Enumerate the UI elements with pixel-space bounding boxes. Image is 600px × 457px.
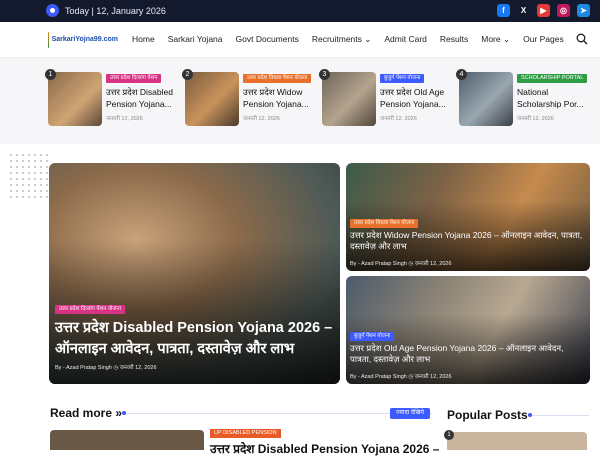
trending-card[interactable]: 2 उत्तर प्रदेश विधवा पेंशन योजना उत्तर प…: [182, 69, 315, 128]
card-title[interactable]: National Scholarship Por...: [517, 86, 589, 110]
post-meta: By - Azad Pratap Singh ◷ जनवरी 12, 2026: [55, 365, 157, 371]
divider-dot: [122, 411, 126, 415]
telegram-icon[interactable]: ➤: [577, 4, 590, 17]
featured-title[interactable]: उत्तर प्रदेश Old Age Pension Yojana 2026…: [350, 343, 586, 365]
trending-card[interactable]: 4 SCHOLARSHIP PORTAL National Scholarshi…: [456, 69, 589, 128]
nav-item-our-pages[interactable]: Our Pages: [523, 34, 564, 45]
card-date: जनवरी 12, 2026: [380, 116, 417, 122]
logo-mark: [48, 32, 49, 48]
nav-item-results[interactable]: Results: [440, 34, 468, 45]
search-icon[interactable]: [576, 33, 588, 45]
trending-card[interactable]: 3 बुजुर्ग पेंशन योजना उत्तर प्रदेश Old A…: [319, 69, 452, 128]
featured-post-side[interactable]: उत्तर प्रदेश विधवा पेंशन योजना उत्तर प्र…: [346, 163, 590, 271]
featured-post-side[interactable]: बुजुर्ग पेंशन योजना उत्तर प्रदेश Old Age…: [346, 276, 590, 384]
facebook-icon[interactable]: f: [497, 4, 510, 17]
nav-item-recruitments[interactable]: Recruitments ⌄: [312, 34, 372, 45]
post-title[interactable]: उत्तर प्रदेश Disabled Pension Yojana 202…: [210, 440, 439, 457]
top-bar: Today | 12, January 2026 f X ▶ ◎ ➤: [0, 0, 600, 22]
divider-dot: [528, 413, 532, 417]
nav-item-admit-card[interactable]: Admit Card: [384, 34, 427, 45]
social-links: f X ▶ ◎ ➤: [497, 4, 590, 17]
card-thumbnail[interactable]: [185, 72, 239, 126]
view-more-button[interactable]: ज्यादा देखिये: [390, 408, 431, 419]
featured-title[interactable]: उत्तर प्रदेश Widow Pension Yojana 2026 –…: [350, 230, 586, 252]
divider: [531, 415, 589, 416]
main-navigation: SarkariYojna99.com Home Sarkari Yojana G…: [0, 22, 600, 58]
date-display: Today | 12, January 2026: [46, 4, 166, 17]
popular-posts-heading: Popular Posts: [447, 408, 528, 422]
post-meta: By - Azad Pratap Singh ◷ जनवरी 12, 2026: [350, 261, 452, 267]
category-badge[interactable]: UP DISABLED PENSION: [210, 429, 281, 438]
nav-item-more[interactable]: More ⌄: [481, 34, 510, 45]
trending-strip: 1 उत्तर प्रदेश दिव्यांग पेंशन उत्तर प्रद…: [0, 58, 600, 144]
card-title[interactable]: उत्तर प्रदेश Disabled Pension Yojana...: [106, 86, 178, 110]
rank-badge: 4: [456, 69, 467, 80]
category-badge[interactable]: बुजुर्ग पेंशन योजना: [350, 332, 395, 341]
image-overlay: [346, 276, 590, 384]
instagram-icon[interactable]: ◎: [557, 4, 570, 17]
category-badge[interactable]: उत्तर प्रदेश दिव्यांग पेंशन योजना: [55, 305, 125, 314]
card-title[interactable]: उत्तर प्रदेश Old Age Pension Yojana...: [380, 86, 452, 110]
image-overlay: [346, 163, 590, 271]
rank-badge: 1: [45, 69, 56, 80]
nav-item-home[interactable]: Home: [132, 34, 155, 45]
card-title[interactable]: उत्तर प्रदेश Widow Pension Yojana...: [243, 86, 315, 110]
rank-badge: 1: [444, 430, 454, 440]
card-date: जनवरी 12, 2026: [106, 116, 143, 122]
category-badge[interactable]: उत्तर प्रदेश विधवा पेंशन योजना: [243, 74, 312, 83]
site-logo[interactable]: SarkariYojna99.com: [48, 30, 118, 50]
category-badge[interactable]: SCHOLARSHIP PORTAL: [517, 74, 588, 83]
card-thumbnail[interactable]: [322, 72, 376, 126]
read-more-heading[interactable]: Read more »: [50, 406, 122, 420]
decorative-dots: [8, 152, 48, 198]
rank-badge: 3: [319, 69, 330, 80]
youtube-icon[interactable]: ▶: [537, 4, 550, 17]
x-icon[interactable]: X: [517, 4, 530, 17]
rank-badge: 2: [182, 69, 193, 80]
featured-post-main[interactable]: उत्तर प्रदेश दिव्यांग पेंशन योजना उत्तर …: [49, 163, 340, 384]
card-thumbnail[interactable]: [459, 72, 513, 126]
nav-item-govt-documents[interactable]: Govt Documents: [236, 34, 299, 45]
post-meta: By - Azad Pratap Singh ◷ जनवरी 12, 2026: [350, 374, 452, 380]
card-date: जनवरी 12, 2026: [243, 116, 280, 122]
nav-item-sarkari-yojana[interactable]: Sarkari Yojana: [168, 34, 223, 45]
card-date: जनवरी 12, 2026: [517, 116, 554, 122]
nav-menu: Home Sarkari Yojana Govt Documents Recru…: [132, 34, 577, 45]
category-badge[interactable]: उत्तर प्रदेश दिव्यांग पेंशन: [106, 74, 162, 83]
category-badge[interactable]: बुजुर्ग पेंशन योजना: [380, 74, 425, 83]
popular-post-thumbnail[interactable]: [447, 432, 587, 450]
trending-card[interactable]: 1 उत्तर प्रदेश दिव्यांग पेंशन उत्तर प्रद…: [45, 69, 178, 128]
calendar-icon: [46, 4, 59, 17]
featured-title[interactable]: उत्तर प्रदेश Disabled Pension Yojana 202…: [55, 318, 340, 360]
card-thumbnail[interactable]: [48, 72, 102, 126]
divider: [124, 413, 432, 414]
logo-text: SarkariYojna99.com: [51, 36, 118, 43]
post-thumbnail[interactable]: [50, 430, 204, 450]
category-badge[interactable]: उत्तर प्रदेश विधवा पेंशन योजना: [350, 219, 419, 228]
date-text: Today | 12, January 2026: [65, 5, 166, 16]
